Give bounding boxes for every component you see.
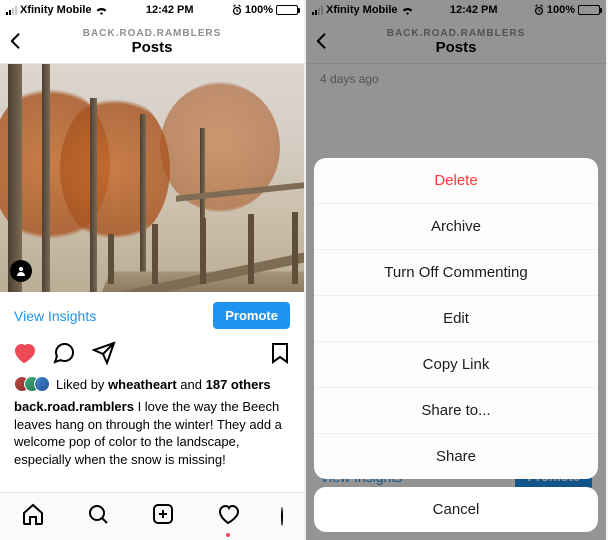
clock: 12:42 PM [108,4,232,16]
comment-button[interactable] [52,341,76,370]
likes-row[interactable]: Liked by wheatheart and 187 others [0,376,304,396]
view-insights-link[interactable]: View Insights [14,308,96,324]
save-button[interactable] [268,341,292,370]
home-icon [21,502,45,526]
promote-button[interactable]: Promote [213,302,290,329]
person-icon [15,265,27,277]
alarm-icon [232,4,242,16]
status-bar: Xfinity Mobile 12:42 PM 100% [0,0,304,20]
heart-icon [12,341,36,365]
insights-row: View Insights Promote [0,292,304,339]
action-sheet: Delete Archive Turn Off Commenting Edit … [314,158,598,532]
heart-outline-icon [216,502,240,526]
phone-left: Xfinity Mobile 12:42 PM 100% BACK.ROAD.R… [0,0,304,540]
action-archive[interactable]: Archive [314,204,598,250]
liker-avatars [14,376,50,392]
battery-pct: 100% [245,4,273,16]
tab-bar [0,492,304,540]
tab-search[interactable] [86,502,110,531]
battery-icon [276,5,298,15]
action-share-to[interactable]: Share to... [314,388,598,434]
tagged-people-badge[interactable] [10,260,32,282]
paper-plane-icon [92,341,116,365]
tab-home[interactable] [21,502,45,531]
post-caption: back.road.ramblers I love the way the Be… [0,396,304,476]
share-button[interactable] [92,341,116,370]
action-cancel[interactable]: Cancel [314,487,598,532]
plus-square-icon [151,502,175,526]
header-title: Posts [132,39,173,56]
likes-text: Liked by wheatheart and 187 others [56,377,271,392]
wifi-icon [95,5,108,15]
tab-profile[interactable] [281,508,283,526]
bookmark-icon [268,341,292,365]
action-share[interactable]: Share [314,434,598,479]
signal-icon [6,6,17,15]
like-button[interactable] [12,341,36,370]
back-button[interactable] [6,29,26,55]
profile-avatar-icon [281,507,283,526]
action-edit[interactable]: Edit [314,296,598,342]
search-icon [86,502,110,526]
action-turn-off-commenting[interactable]: Turn Off Commenting [314,250,598,296]
comment-icon [52,341,76,365]
caption-username[interactable]: back.road.ramblers [14,399,134,414]
nav-header: BACK.ROAD.RAMBLERS Posts [0,20,304,64]
chevron-left-icon [6,31,26,51]
post-actions [0,339,304,376]
tab-activity[interactable] [216,502,240,531]
tab-new-post[interactable] [151,502,175,531]
carrier-label: Xfinity Mobile [20,4,92,16]
action-copy-link[interactable]: Copy Link [314,342,598,388]
phone-right: Xfinity Mobile 12:42 PM 100% BACK.ROAD.R… [304,0,606,540]
header-username: BACK.ROAD.RAMBLERS [83,28,222,39]
post-photo[interactable] [0,64,304,292]
action-sheet-group: Delete Archive Turn Off Commenting Edit … [314,158,598,479]
action-delete[interactable]: Delete [314,158,598,204]
